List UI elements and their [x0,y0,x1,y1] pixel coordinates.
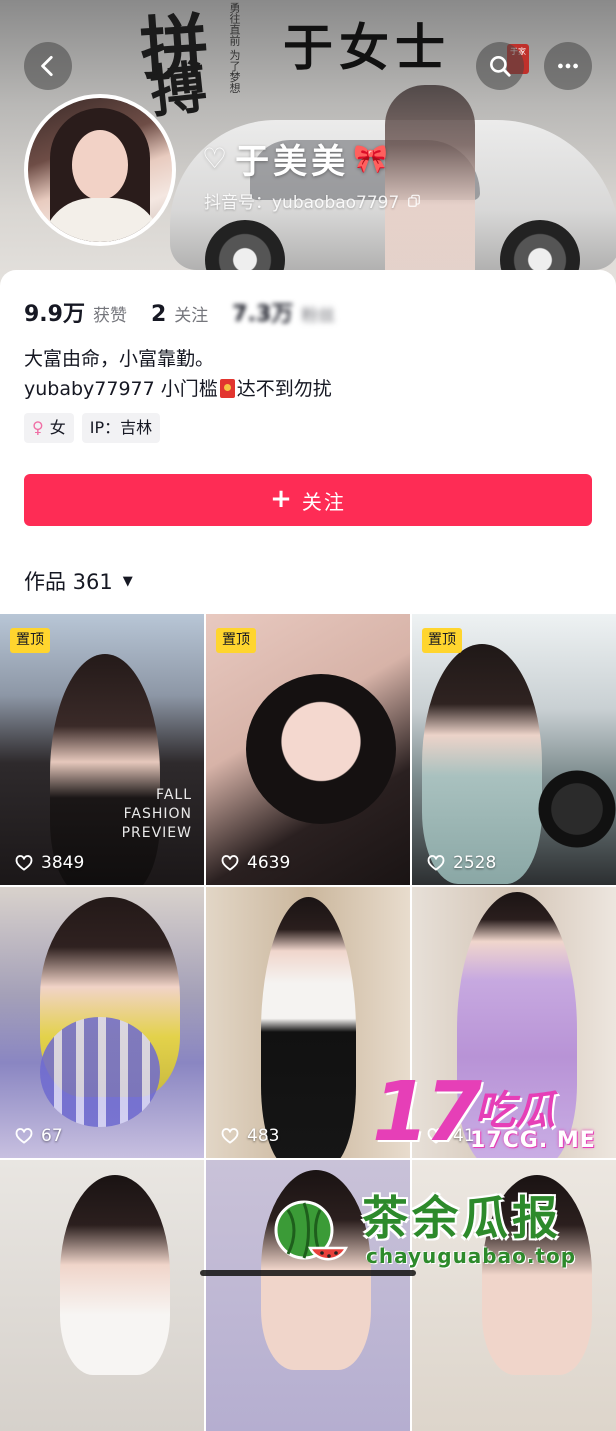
heart-outline-icon [15,1128,33,1144]
video-thumbnail[interactable]: 置顶 FALL FASHION PREVIEW 3849 [0,614,204,885]
cover-vertical-text: 勇往直前 为了梦想 [228,2,241,94]
pinned-badge: 置顶 [10,628,50,653]
stat-likes-label: 获赞 [92,306,127,326]
stat-following[interactable]: 2 关注 [151,301,208,327]
gender-text: 女 [49,418,66,437]
like-count: 483 [220,1126,279,1146]
ip-tag: IP：吉林 [81,413,161,443]
like-count-text: 3849 [41,853,85,873]
like-count-text: 483 [247,1126,280,1146]
thumbnail-person [246,674,396,824]
watermelon-logo-icon [274,1200,348,1261]
bio: 大富由命，小富靠勤。 yubaby77977 小门槛 达不到勿扰 [24,344,332,404]
douyin-id[interactable]: 抖音号：yubaobao7797 [204,188,421,213]
bio-line-2b: 达不到勿扰 [236,378,332,400]
watermark-17cg-url: 17CG. ME [470,1128,596,1153]
works-label: 作品 361 [24,570,113,594]
profile-tags: ♀ 女 IP：吉林 [24,413,161,443]
watermark-17: 17 [372,1065,482,1160]
video-thumbnail[interactable]: 置顶 4639 [206,614,410,885]
douyin-id-text: 抖音号：yubaobao7797 [204,193,400,213]
avatar[interactable] [24,94,176,246]
search-icon [490,56,511,77]
thumbnail-steering-wheel [532,764,616,854]
like-count: 67 [14,1126,63,1146]
heart-outline-icon [15,855,33,871]
stat-followers[interactable]: 7.3万 粉丝 [232,296,335,328]
avatar-face [72,130,128,200]
copy-icon[interactable] [407,194,421,208]
red-packet-icon [219,379,235,398]
works-tab[interactable]: 作品 361 ▼ [24,566,133,596]
ip-text: IP：吉林 [89,418,153,437]
like-count: 4639 [220,853,290,873]
stat-likes[interactable]: 9.9万 获赞 [24,296,127,328]
thumbnail-balloon [40,1017,160,1127]
stat-following-label: 关注 [174,306,209,326]
home-indicator[interactable] [200,1270,416,1276]
like-count: 2528 [426,853,496,873]
like-count-text: 67 [41,1126,63,1146]
like-count: 3849 [14,853,84,873]
bio-line-1: 大富由命，小富靠勤。 [24,348,215,370]
stat-likes-num: 9.9万 [24,302,85,327]
heart-outline-icon [221,1128,239,1144]
more-button[interactable] [544,42,592,90]
more-dots-icon [558,63,578,69]
cover-calligraphy-2: 搏 [147,54,210,126]
pinned-badge: 置顶 [216,628,256,653]
thumbnail-person [422,644,542,884]
pinned-badge: 置顶 [422,628,462,653]
like-count-text: 2528 [453,853,497,873]
bio-line-2a: yubaby77977 小门槛 [24,378,218,400]
heart-outline-icon [221,855,239,871]
cover-title: 于女士 [283,18,451,77]
thumbnail-overlay-text: FALL FASHION PREVIEW [121,787,192,841]
female-icon: ♀ [32,418,44,437]
video-thumbnail[interactable]: 67 [0,887,204,1158]
bow-icon: 🎀 [353,142,392,175]
thumbnail-person [60,1175,170,1375]
thumbnail-person [261,897,356,1158]
follow-label: 关注 [301,489,346,514]
nickname: ♡ 于美美 🎀 [202,134,392,183]
follow-button[interactable]: + 关注 [24,474,592,526]
plus-icon: + [270,483,294,514]
stat-following-num: 2 [150,302,167,327]
video-thumbnail[interactable]: 置顶 2528 [412,614,616,885]
search-button[interactable] [476,42,524,90]
stat-followers-label: 粉丝 [301,306,336,326]
heart-decoration-icon: ♡ [202,142,232,175]
watermark-chayuguabao-url: chayuguabao.top [366,1244,577,1268]
gender-tag: ♀ 女 [24,413,74,443]
watermark-chayuguabao: 茶余瓜报 [362,1191,562,1245]
bio-line-2: yubaby77977 小门槛 达不到勿扰 [24,374,332,404]
stat-followers-num: 7.3万 [232,302,294,327]
back-button[interactable] [24,42,72,90]
heart-outline-icon [427,855,445,871]
caret-down-icon: ▼ [122,573,133,589]
stats-row: 9.9万 获赞 2 关注 7.3万 粉丝 [24,296,359,328]
thumbnail-person [50,654,160,885]
like-count-text: 4639 [247,853,291,873]
nickname-text: 于美美 [235,142,350,182]
chevron-left-icon [41,55,53,77]
cover-figure [385,85,475,285]
video-thumbnail[interactable] [0,1160,204,1431]
